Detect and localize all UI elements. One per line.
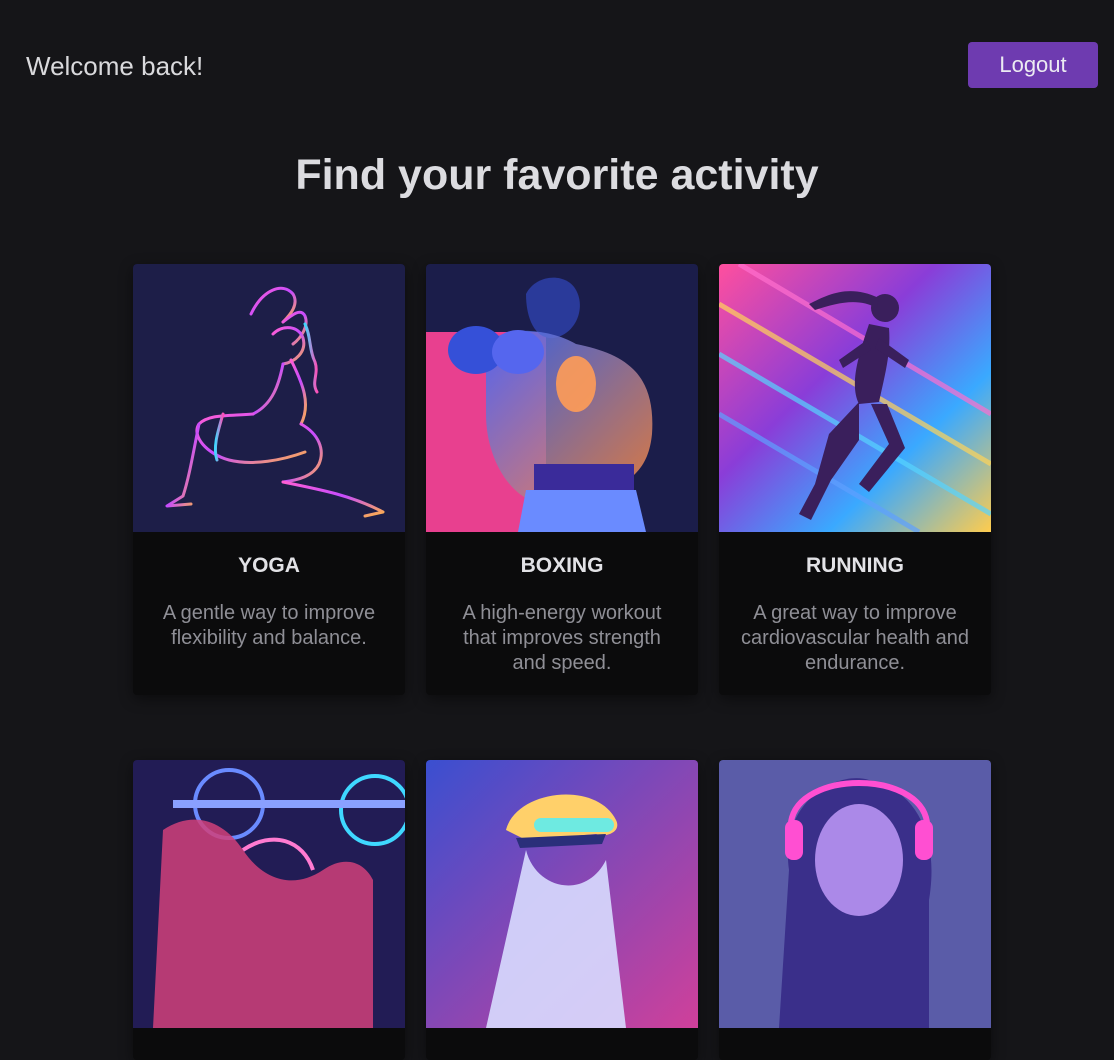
yoga-illustration-icon <box>133 264 405 532</box>
music-meditation-illustration-icon <box>719 760 991 1028</box>
top-bar: Welcome back! Logout <box>0 0 1114 130</box>
activity-card-running[interactable]: RUNNING A great way to improve cardiovas… <box>719 264 991 695</box>
activity-description: A gentle way to improve flexibility and … <box>162 602 376 649</box>
cycling-illustration-icon <box>426 760 698 1028</box>
activity-card-5[interactable] <box>426 760 698 1060</box>
activity-name: YOGA <box>238 554 300 577</box>
weightlifting-illustration-icon <box>133 760 405 1028</box>
activity-card-4[interactable] <box>133 760 405 1060</box>
activity-card-yoga[interactable]: YOGA A gentle way to improve flexibility… <box>133 264 405 695</box>
activity-name: BOXING <box>520 554 604 577</box>
activity-card-6[interactable] <box>719 760 991 1060</box>
activity-description: A great way to improve cardiovascular he… <box>741 602 969 674</box>
welcome-message: Welcome back! <box>26 51 204 81</box>
logout-button[interactable]: Logout <box>968 42 1098 88</box>
page-title: Find your favorite activity <box>295 151 819 199</box>
boxing-illustration-icon <box>426 264 698 532</box>
activity-card-boxing[interactable]: BOXING A high-energy workout that improv… <box>426 264 698 695</box>
running-illustration-icon <box>719 264 991 532</box>
activity-name: RUNNING <box>806 554 904 577</box>
activity-description: A high-energy workout that improves stre… <box>462 602 662 674</box>
